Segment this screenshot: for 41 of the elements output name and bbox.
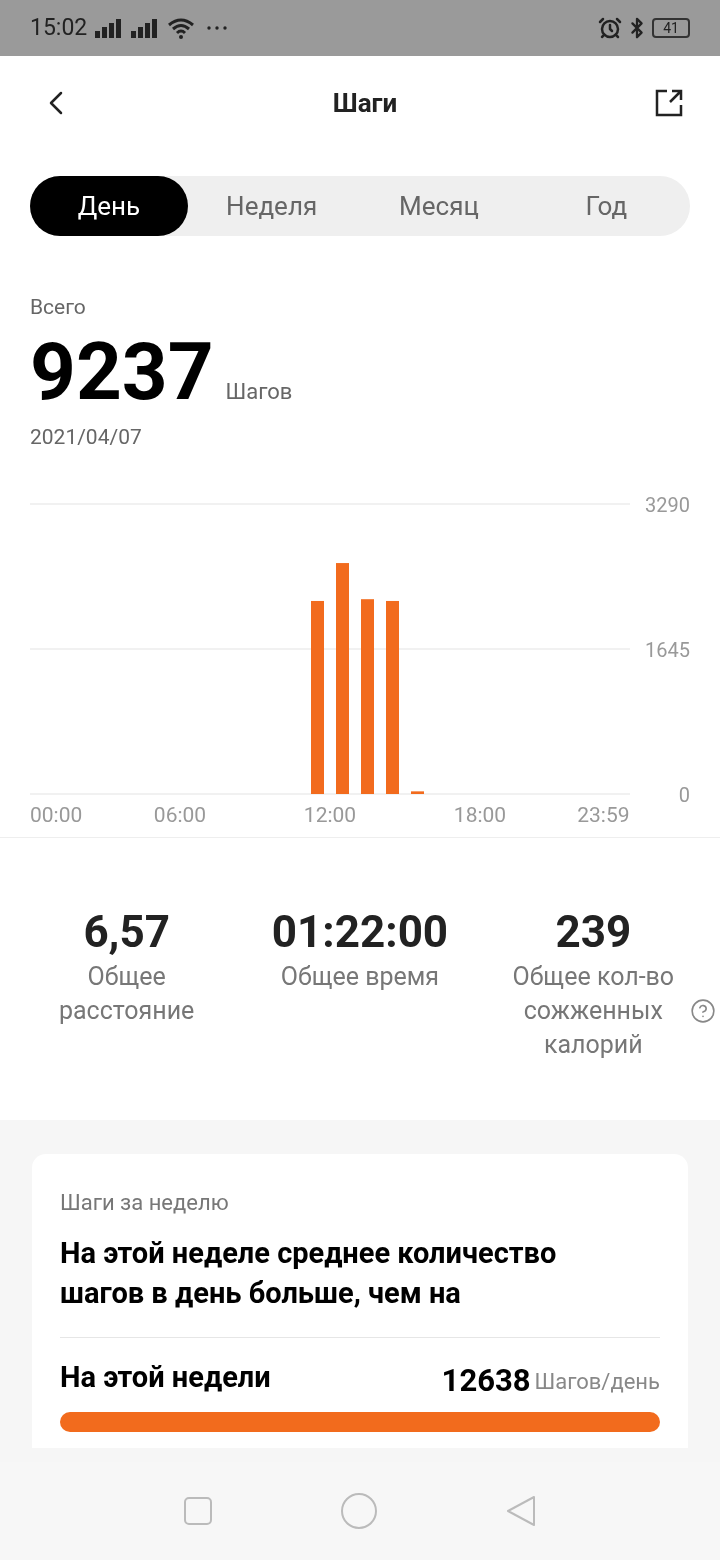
alarm-icon xyxy=(598,16,622,40)
date-label: 2021/04/07 xyxy=(30,423,143,451)
recents-button[interactable] xyxy=(183,1496,214,1526)
x-tick-label: 06:00 xyxy=(153,803,207,827)
total-label: Всего xyxy=(30,294,87,321)
row-value: 12638 xyxy=(441,1361,531,1400)
row-unit: Шагов/день xyxy=(534,1367,660,1396)
total-steps: 9237 xyxy=(30,329,214,414)
card-caption: Шаги за неделю xyxy=(60,1189,230,1217)
stat-value: 6,57 xyxy=(83,906,170,958)
period-tab[interactable]: Год xyxy=(522,176,690,236)
stat-label: Общее время xyxy=(279,961,441,993)
x-tick-label: 00:00 xyxy=(30,803,83,827)
stat-label: Общее кол-во сожженных калорий xyxy=(511,961,676,1061)
y-tick-label: 1645 xyxy=(645,638,690,662)
x-tick-label: 23:59 xyxy=(577,803,630,827)
battery-indicator: 41 xyxy=(652,18,690,38)
period-tab[interactable]: Месяц xyxy=(355,176,523,236)
x-tick-label: 12:00 xyxy=(303,803,357,827)
share-button[interactable] xyxy=(654,88,684,118)
steps-unit: Шагов xyxy=(225,377,293,406)
stat-label: Общее расстояние xyxy=(57,961,196,1027)
y-tick-label: 0 xyxy=(678,783,690,807)
stat-value: 239 xyxy=(555,906,632,958)
card-headline: На этой неделе среднее количество шагов в день больше, чем на xyxy=(60,1235,558,1312)
more-icon xyxy=(207,26,228,30)
period-tab[interactable]: День xyxy=(30,176,188,236)
x-tick-label: 18:00 xyxy=(453,803,507,827)
page-title: Шаги xyxy=(332,86,398,120)
wifi-icon xyxy=(167,17,196,39)
back-nav-button[interactable] xyxy=(504,1494,537,1528)
period-tab[interactable]: Неделя xyxy=(188,176,356,236)
signal-icon xyxy=(95,18,124,38)
home-button[interactable] xyxy=(340,1492,378,1530)
help-icon[interactable] xyxy=(690,998,716,1024)
y-tick-label: 3290 xyxy=(645,493,690,517)
status-time: 15:02 xyxy=(30,12,88,43)
stat-value: 01:22:00 xyxy=(271,906,449,958)
signal-icon xyxy=(131,18,160,38)
row-label: На этой недели xyxy=(60,1359,271,1396)
bar xyxy=(411,791,424,794)
